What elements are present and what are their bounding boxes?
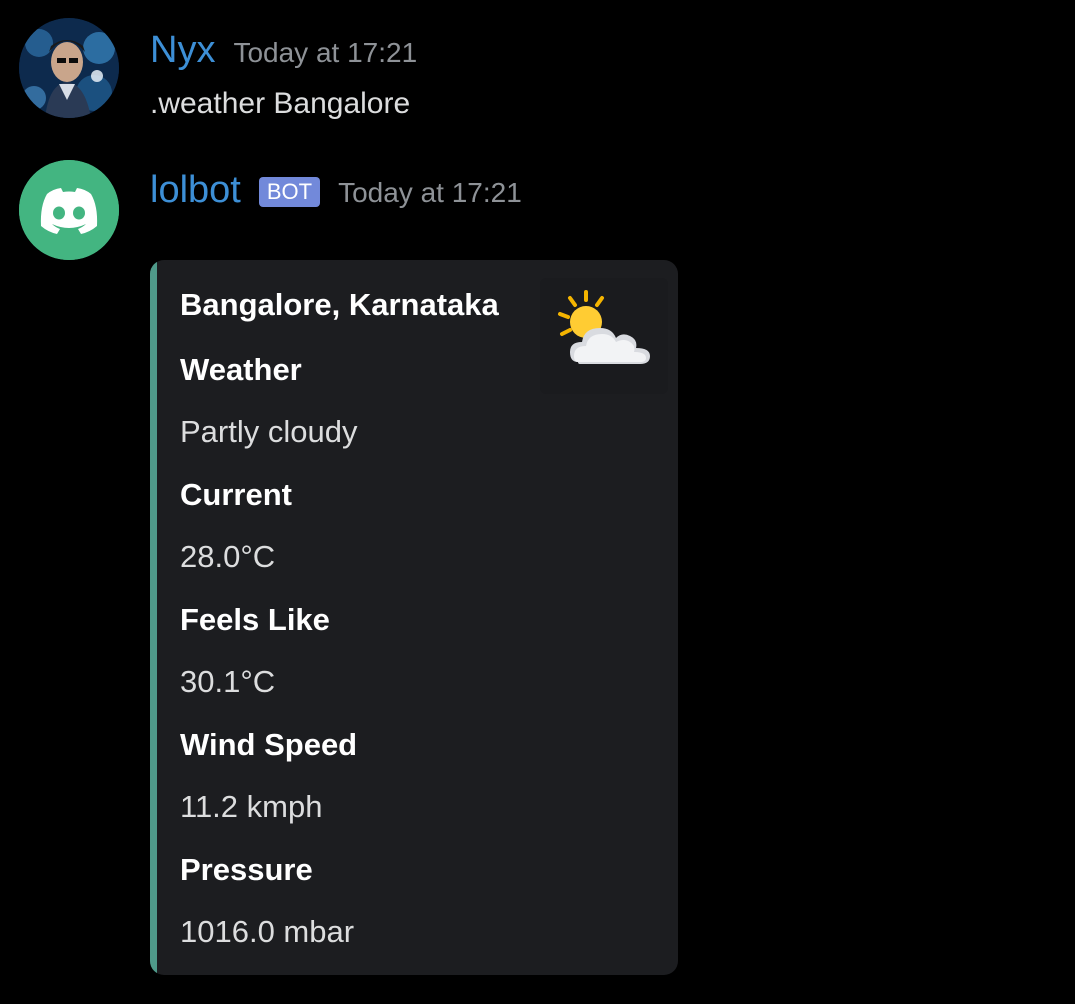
timestamp: Today at 17:21	[233, 37, 418, 68]
field-name: Pressure	[180, 852, 313, 887]
field-name: Wind Speed	[180, 727, 358, 762]
partly-cloudy-icon	[558, 290, 650, 364]
discord-logo-icon	[19, 160, 119, 260]
field-value: 1016.0 mbar	[180, 914, 355, 949]
field-value: 30.1°C	[180, 664, 276, 699]
field-wind-speed: Wind Speed 11.2 kmph	[180, 725, 357, 827]
bot-badge: BOT	[258, 177, 321, 207]
username[interactable]: lolbot	[150, 168, 241, 212]
embed-title: Bangalore, Karnataka	[180, 287, 499, 322]
weather-embed: Bangalore, Karnataka Weather Partly clou…	[150, 260, 678, 975]
embed-thumbnail[interactable]	[540, 278, 668, 394]
field-value: Partly cloudy	[180, 414, 358, 449]
message-header: Nyx Today at 17:21	[150, 28, 417, 75]
field-current: Current 28.0°C	[180, 475, 292, 577]
embed-accent-bar	[150, 260, 157, 975]
field-feels-like: Feels Like 30.1°C	[180, 600, 330, 702]
user-avatar-photo	[19, 18, 119, 118]
field-value: 28.0°C	[180, 539, 276, 574]
field-name: Current	[180, 477, 292, 512]
message-content: .weather Bangalore	[150, 87, 411, 120]
username[interactable]: Nyx	[150, 28, 215, 72]
user-avatar[interactable]	[19, 18, 119, 118]
field-weather: Weather Partly cloudy	[180, 350, 357, 452]
field-name: Feels Like	[180, 602, 330, 637]
timestamp: Today at 17:21	[338, 177, 522, 208]
field-pressure: Pressure 1016.0 mbar	[180, 850, 354, 952]
bot-avatar[interactable]	[19, 160, 119, 260]
field-value: 11.2 kmph	[180, 789, 323, 824]
message-header: lolbot BOT Today at 17:21	[150, 168, 522, 215]
field-name: Weather	[180, 352, 302, 387]
